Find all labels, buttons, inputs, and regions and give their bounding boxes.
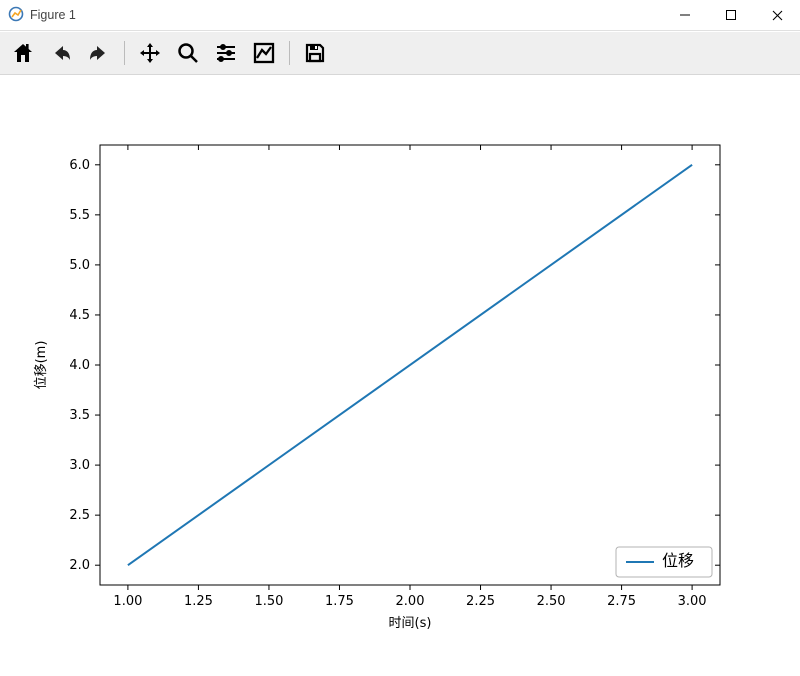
svg-text:4.5: 4.5	[69, 308, 90, 323]
svg-text:1.00: 1.00	[113, 594, 142, 609]
configure-subplots-icon[interactable]	[211, 38, 241, 68]
svg-text:2.25: 2.25	[466, 594, 495, 609]
window-title: Figure 1	[30, 8, 76, 22]
figure-canvas[interactable]: 1.00 1.25 1.50 1.75 2.00 2.25 2.50 2.75 3.00 2.0…	[0, 75, 800, 676]
svg-text:位移: 位移	[662, 552, 694, 570]
window-titlebar: Figure 1	[0, 0, 800, 31]
svg-text:2.50: 2.50	[537, 594, 566, 609]
legend[interactable]: 位移	[616, 547, 712, 577]
svg-text:1.25: 1.25	[184, 594, 213, 609]
svg-text:5.5: 5.5	[69, 208, 90, 223]
edit-axes-icon[interactable]	[249, 38, 279, 68]
close-button[interactable]	[754, 0, 800, 30]
svg-text:3.00: 3.00	[678, 594, 707, 609]
zoom-icon[interactable]	[173, 38, 203, 68]
svg-text:3.0: 3.0	[69, 458, 90, 473]
back-icon[interactable]	[46, 38, 76, 68]
save-icon[interactable]	[300, 38, 330, 68]
matplotlib-toolbar	[0, 31, 800, 75]
toolbar-separator	[124, 41, 125, 65]
toolbar-separator	[289, 41, 290, 65]
svg-text:5.0: 5.0	[69, 258, 90, 273]
minimize-button[interactable]	[662, 0, 708, 30]
svg-text:1.75: 1.75	[325, 594, 354, 609]
svg-text:3.5: 3.5	[69, 408, 90, 423]
pan-icon[interactable]	[135, 38, 165, 68]
svg-text:时间(s): 时间(s)	[389, 616, 432, 631]
svg-text:2.75: 2.75	[607, 594, 636, 609]
svg-text:2.5: 2.5	[69, 508, 90, 523]
svg-text:2.0: 2.0	[69, 558, 90, 573]
svg-text:4.0: 4.0	[69, 358, 90, 373]
forward-icon[interactable]	[84, 38, 114, 68]
svg-text:6.0: 6.0	[69, 158, 90, 173]
svg-text:2.00: 2.00	[396, 594, 425, 609]
svg-text:1.50: 1.50	[254, 594, 283, 609]
app-icon	[8, 6, 24, 25]
svg-text:位移(m): 位移(m)	[34, 341, 49, 390]
maximize-button[interactable]	[708, 0, 754, 30]
home-icon[interactable]	[8, 38, 38, 68]
